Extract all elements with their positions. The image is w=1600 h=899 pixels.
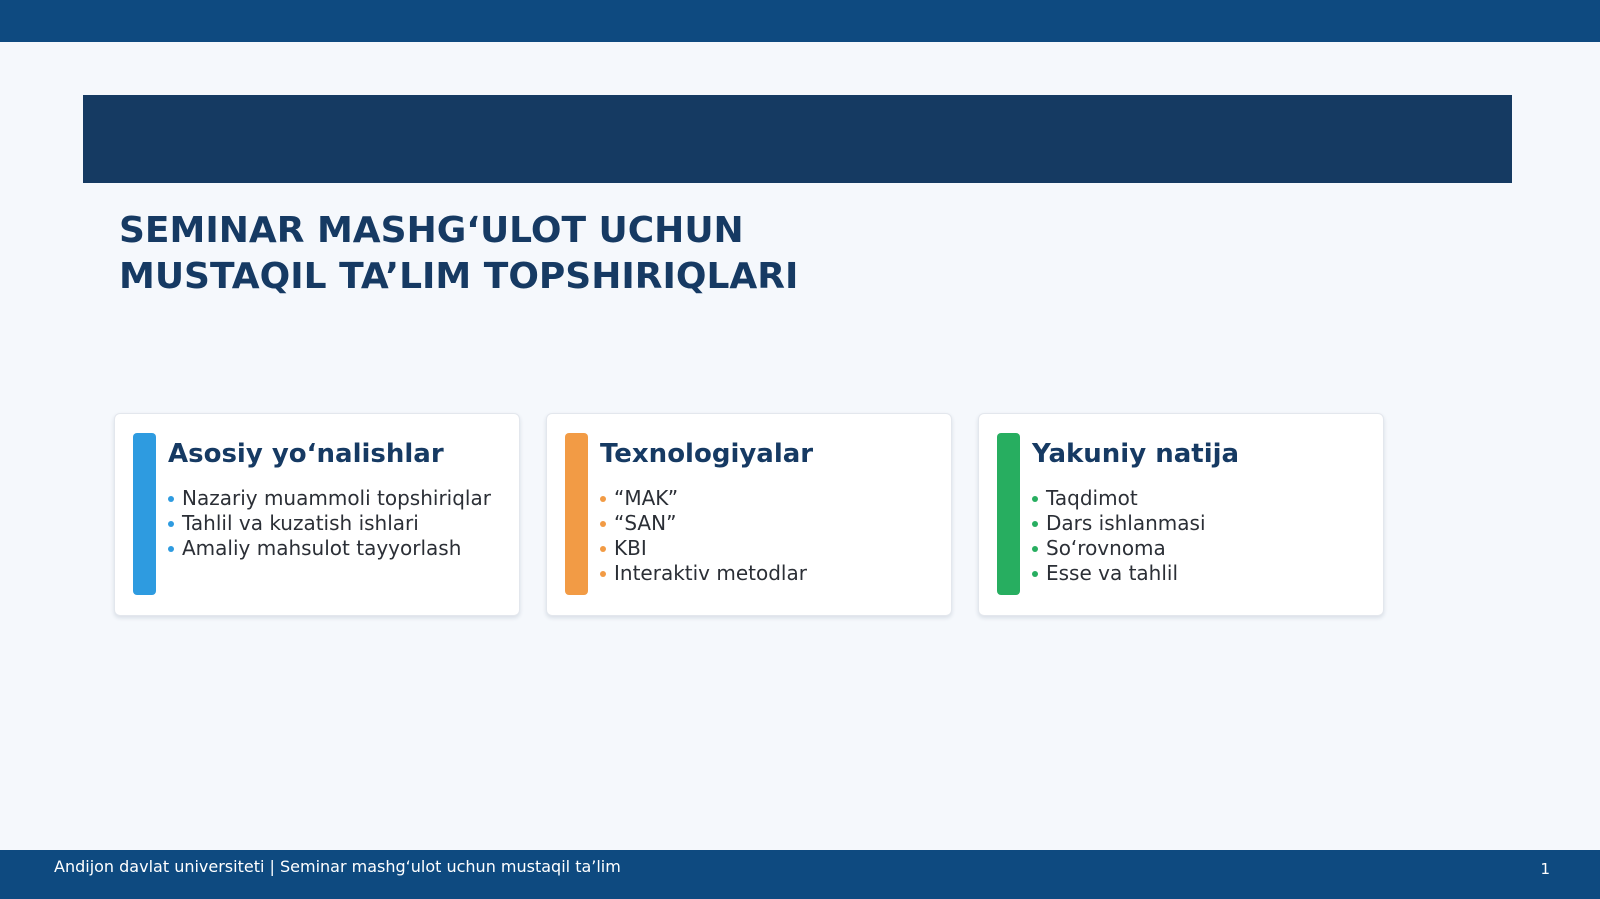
- list-item: Esse va tahlil: [1032, 561, 1206, 586]
- list-item-text: Nazariy muammoli topshiriqlar: [182, 486, 491, 510]
- bullet-icon: [168, 520, 174, 527]
- card-list: Nazariy muammoli topshiriqlar Tahlil va …: [168, 486, 491, 561]
- bullet-icon: [168, 545, 174, 552]
- bullet-icon: [600, 545, 606, 552]
- list-item: “SAN”: [600, 511, 807, 536]
- slide-title: SEMINAR MASHG‘ULOT UCHUN MUSTAQIL TA’LIM…: [119, 208, 798, 300]
- list-item-text: KBI: [614, 536, 647, 560]
- footer-text: Andijon davlat universiteti | Seminar ma…: [54, 857, 621, 876]
- list-item-text: Dars ishlanmasi: [1046, 511, 1206, 535]
- card-asosiy-yonalishlar: Asosiy yo‘nalishlar Nazariy muammoli top…: [114, 413, 520, 616]
- slide-title-line-2: MUSTAQIL TA’LIM TOPSHIRIQLARI: [119, 256, 799, 297]
- card-heading: Asosiy yo‘nalishlar: [168, 439, 444, 469]
- page-number: 1: [1540, 860, 1550, 878]
- list-item-text: So‘rovnoma: [1046, 536, 1166, 560]
- list-item: Taqdimot: [1032, 486, 1206, 511]
- list-item-text: Taqdimot: [1046, 486, 1138, 510]
- list-item-text: Interaktiv metodlar: [614, 561, 807, 585]
- list-item-text: Tahlil va kuzatish ishlari: [182, 511, 419, 535]
- list-item-text: Esse va tahlil: [1046, 561, 1179, 585]
- header-band: [83, 95, 1512, 183]
- list-item: “MAK”: [600, 486, 807, 511]
- bullet-icon: [600, 520, 606, 527]
- bullet-icon: [168, 495, 174, 502]
- card-heading: Texnologiyalar: [600, 439, 814, 469]
- bullet-icon: [1032, 495, 1038, 502]
- bullet-icon: [600, 570, 606, 577]
- card-accent-bar: [997, 433, 1020, 595]
- card-yakuniy-natija: Yakuniy natija Taqdimot Dars ishlanmasi …: [978, 413, 1384, 616]
- bullet-icon: [1032, 520, 1038, 527]
- list-item: Interaktiv metodlar: [600, 561, 807, 586]
- list-item-text: Amaliy mahsulot tayyorlash: [182, 536, 462, 560]
- list-item: KBI: [600, 536, 807, 561]
- bullet-icon: [1032, 570, 1038, 577]
- bullet-icon: [600, 495, 606, 502]
- bullet-icon: [1032, 545, 1038, 552]
- list-item: Amaliy mahsulot tayyorlash: [168, 536, 491, 561]
- list-item: Dars ishlanmasi: [1032, 511, 1206, 536]
- list-item: Nazariy muammoli topshiriqlar: [168, 486, 491, 511]
- slide-title-line-1: SEMINAR MASHG‘ULOT UCHUN: [119, 210, 744, 251]
- top-bar: [0, 0, 1600, 42]
- list-item: So‘rovnoma: [1032, 536, 1206, 561]
- card-accent-bar: [565, 433, 588, 595]
- list-item-text: “SAN”: [614, 511, 677, 535]
- card-list: Taqdimot Dars ishlanmasi So‘rovnoma Esse…: [1032, 486, 1206, 586]
- card-heading: Yakuniy natija: [1032, 439, 1240, 469]
- card-texnologiyalar: Texnologiyalar “MAK” “SAN” KBI Interakti…: [546, 413, 952, 616]
- list-item: Tahlil va kuzatish ishlari: [168, 511, 491, 536]
- list-item-text: “MAK”: [614, 486, 679, 510]
- card-list: “MAK” “SAN” KBI Interaktiv metodlar: [600, 486, 807, 586]
- card-accent-bar: [133, 433, 156, 595]
